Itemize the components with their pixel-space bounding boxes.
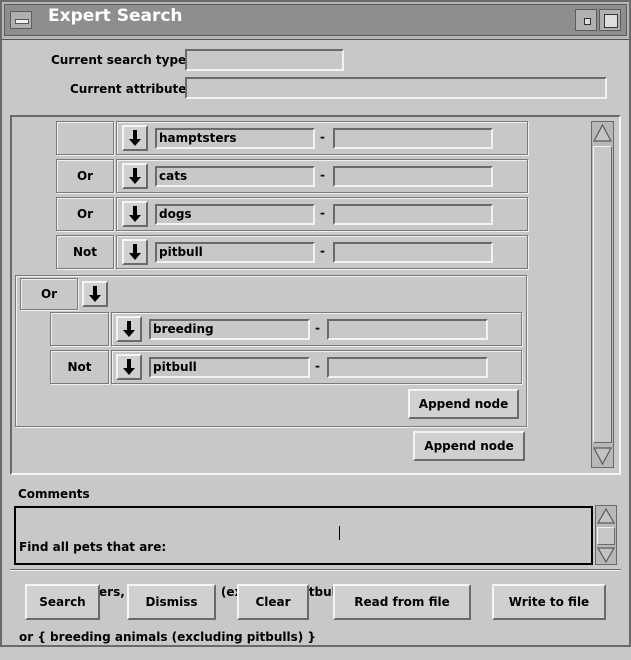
operator-cell[interactable]: Not — [56, 235, 114, 269]
range-field[interactable] — [333, 128, 493, 149]
operator-cell[interactable] — [56, 121, 114, 155]
button-bar-divider — [10, 569, 621, 571]
window-menu-icon — [15, 19, 29, 24]
scroll-down-icon[interactable] — [596, 546, 616, 564]
range-separator: - — [320, 206, 325, 220]
down-arrow-icon — [123, 359, 135, 375]
group-append-node-button[interactable]: Append node — [408, 389, 519, 419]
value-field[interactable]: cats — [155, 166, 315, 187]
value-field[interactable]: breeding — [149, 319, 310, 340]
range-separator: - — [315, 359, 320, 373]
minimize-button[interactable] — [575, 9, 597, 31]
attribute-field[interactable] — [185, 77, 607, 99]
down-arrow-icon — [129, 206, 141, 222]
comment-line: or { breeding animals (excluding pitbull… — [19, 630, 316, 644]
title-bar[interactable]: Expert Search — [0, 0, 631, 40]
dropdown-button[interactable] — [122, 125, 148, 151]
scroll-up-icon[interactable] — [596, 507, 616, 525]
value-field[interactable]: dogs — [155, 204, 315, 225]
dropdown-button[interactable] — [122, 163, 148, 189]
range-field[interactable] — [327, 357, 488, 378]
operator-cell[interactable]: Or — [56, 159, 114, 193]
value-field[interactable]: pitbull — [155, 242, 315, 263]
minimize-icon — [584, 18, 591, 25]
range-separator: - — [320, 130, 325, 144]
comment-line: Find all pets that are: — [19, 540, 167, 554]
scroll-down-icon[interactable] — [593, 446, 612, 466]
value-field[interactable]: hamptsters — [155, 128, 315, 149]
search-type-field[interactable] — [185, 49, 344, 71]
comments-label: Comments — [18, 487, 90, 501]
append-node-button[interactable]: Append node — [413, 431, 525, 461]
attribute-label: Current attribute — [70, 82, 187, 96]
group-dropdown-button[interactable] — [82, 281, 108, 307]
dropdown-button[interactable] — [116, 316, 142, 342]
down-arrow-icon — [129, 130, 141, 146]
range-separator: - — [320, 168, 325, 182]
operator-cell[interactable] — [50, 312, 109, 346]
comments-scrollbar[interactable] — [595, 505, 617, 565]
dropdown-button[interactable] — [122, 239, 148, 265]
operator-cell[interactable]: Or — [56, 197, 114, 231]
maximize-icon — [604, 14, 618, 28]
down-arrow-icon — [129, 168, 141, 184]
scroll-thumb[interactable] — [597, 527, 615, 545]
query-scrollbar[interactable] — [591, 121, 614, 468]
window-menu-button[interactable] — [10, 11, 32, 29]
scroll-up-icon[interactable] — [593, 123, 612, 143]
dropdown-button[interactable] — [122, 201, 148, 227]
clear-button[interactable]: Clear — [237, 584, 309, 620]
range-field[interactable] — [327, 319, 488, 340]
write-to-file-button[interactable]: Write to file — [492, 584, 606, 620]
range-separator: - — [315, 321, 320, 335]
maximize-button[interactable] — [599, 9, 621, 31]
range-separator: - — [320, 244, 325, 258]
text-cursor — [339, 526, 340, 540]
operator-cell[interactable]: Not — [50, 350, 109, 384]
window-title: Expert Search — [48, 6, 183, 26]
read-from-file-button[interactable]: Read from file — [333, 584, 471, 620]
down-arrow-icon — [89, 286, 101, 302]
range-field[interactable] — [333, 204, 493, 225]
search-button[interactable]: Search — [25, 584, 100, 620]
range-field[interactable] — [333, 166, 493, 187]
down-arrow-icon — [123, 321, 135, 337]
dismiss-button[interactable]: Dismiss — [127, 584, 216, 620]
down-arrow-icon — [129, 244, 141, 260]
scroll-thumb[interactable] — [593, 146, 612, 443]
value-field[interactable]: pitbull — [149, 357, 310, 378]
range-field[interactable] — [333, 242, 493, 263]
dropdown-button[interactable] — [116, 354, 142, 380]
comments-textarea[interactable]: Find all pets that are: { hampsters, cat… — [14, 506, 593, 644]
group-operator-cell[interactable]: Or — [20, 278, 78, 310]
search-type-label: Current search type — [51, 53, 187, 67]
